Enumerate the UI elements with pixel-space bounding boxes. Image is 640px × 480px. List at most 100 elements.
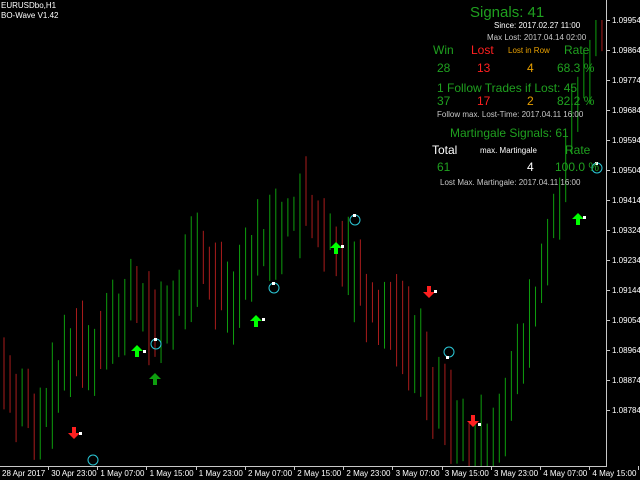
- time-label: 2 May 23:00: [346, 469, 391, 478]
- price-tick: [606, 380, 610, 381]
- lost-in-row-value: 4: [527, 61, 534, 75]
- sell-arrow-icon: [68, 427, 80, 439]
- price-label: 1.09234: [612, 256, 640, 265]
- rate-value: 68.3 %: [557, 61, 595, 75]
- max-lost-date: Max Lost: 2017.04.14 02:00: [487, 33, 587, 42]
- signals-count: Signals: 41: [470, 4, 545, 21]
- chart-window[interactable]: 1.09954 1.09864 1.09774 1.09684 1.09594 1.095…: [0, 0, 640, 480]
- buy-arrow-icon: [131, 345, 143, 357]
- win-smiley-icon: [87, 454, 99, 466]
- time-label: 2 May 07:00: [248, 469, 293, 478]
- lost-header: Lost: [471, 43, 494, 57]
- symbol-label: EURUSDbo,H1: [1, 1, 57, 10]
- price-tick: [606, 260, 610, 261]
- time-label: 30 Apr 23:00: [51, 469, 97, 478]
- price-label: 1.09054: [612, 316, 640, 325]
- lost-max-martingale: Lost Max. Martingale: 2017.04.11 16:00: [440, 178, 581, 187]
- buy-arrow-icon: [330, 242, 342, 254]
- price-tick: [606, 290, 610, 291]
- martingale-rate-value: 100.0 %: [555, 160, 600, 174]
- price-label: 1.09594: [612, 136, 640, 145]
- time-label: 4 May 07:00: [543, 469, 588, 478]
- rate-header: Rate: [564, 43, 590, 57]
- time-label: 28 Apr 2017: [2, 469, 46, 478]
- entry-marker: [154, 338, 157, 341]
- martingale-signals-title: Martingale Signals: 61: [450, 126, 569, 140]
- price-tick: [606, 350, 610, 351]
- martingale-max-header: max. Martingale: [480, 146, 537, 155]
- price-tick: [606, 170, 610, 171]
- time-label: 1 May 07:00: [100, 469, 145, 478]
- time-tick: [589, 466, 591, 470]
- since-date: Since: 2017.02.27 11:00: [494, 21, 581, 30]
- win-smiley-icon: [443, 346, 455, 358]
- price-tick: [606, 230, 610, 231]
- entry-marker: [478, 423, 481, 426]
- time-tick: [97, 466, 99, 470]
- martingale-rate-header: Rate: [565, 143, 591, 157]
- price-label: 1.09954: [612, 16, 640, 25]
- follow-trades-title: 1 Follow Trades if Lost: 45: [437, 81, 578, 95]
- martingale-total-value: 61: [437, 160, 451, 174]
- entry-marker: [272, 282, 275, 285]
- entry-marker: [262, 318, 265, 321]
- entry-marker: [79, 432, 82, 435]
- price-label: 1.08874: [612, 376, 640, 385]
- time-axis-line: [0, 466, 607, 467]
- price-tick: [606, 80, 610, 81]
- lost-value: 13: [477, 61, 491, 75]
- follow-lost-time: Follow max. Lost-Time: 2017.04.11 16:00: [437, 110, 584, 119]
- entry-marker: [583, 216, 586, 219]
- indicator-label: BO-Wave V1.42: [1, 11, 59, 20]
- martingale-max-value: 4: [527, 160, 534, 174]
- sell-arrow-icon: [423, 286, 435, 298]
- entry-marker: [143, 350, 146, 353]
- time-label: 1 May 23:00: [198, 469, 243, 478]
- time-label: 4 May 15:00: [592, 469, 637, 478]
- buy-arrow-icon: [149, 373, 161, 385]
- price-label: 1.09414: [612, 196, 640, 205]
- price-plot[interactable]: [0, 0, 606, 466]
- time-tick: [244, 466, 246, 470]
- price-label: 1.08784: [612, 406, 640, 415]
- entry-marker: [353, 214, 356, 217]
- price-tick: [606, 410, 610, 411]
- time-label: 3 May 23:00: [494, 469, 539, 478]
- price-tick: [606, 320, 610, 321]
- win-value: 28: [437, 61, 451, 75]
- price-label: 1.09774: [612, 76, 640, 85]
- price-tick: [606, 110, 610, 111]
- time-label: 1 May 15:00: [149, 469, 194, 478]
- price-tick: [606, 140, 610, 141]
- entry-marker: [434, 290, 437, 293]
- martingale-total-header: Total: [432, 143, 458, 157]
- time-label: 3 May 15:00: [444, 469, 489, 478]
- time-tick: [343, 466, 345, 470]
- follow-win-value: 37: [437, 94, 451, 108]
- time-tick: [490, 466, 492, 470]
- price-label: 1.09144: [612, 286, 640, 295]
- price-axis-line: [606, 0, 607, 466]
- buy-arrow-icon: [572, 213, 584, 225]
- time-tick: [638, 466, 640, 470]
- follow-lost-value: 17: [477, 94, 491, 108]
- follow-rate-value: 82.2 %: [557, 94, 595, 108]
- win-header: Win: [433, 43, 454, 57]
- price-tick: [606, 200, 610, 201]
- time-tick: [441, 466, 443, 470]
- time-tick: [195, 466, 197, 470]
- lost-in-row-header: Lost in Row: [508, 46, 550, 55]
- time-tick: [146, 466, 148, 470]
- time-tick: [540, 466, 541, 470]
- time-label: 2 May 15:00: [297, 469, 342, 478]
- time-tick: [294, 466, 295, 470]
- entry-marker: [341, 245, 344, 248]
- price-label: 1.09864: [612, 46, 640, 55]
- time-label: 3 May 07:00: [395, 469, 440, 478]
- price-label: 1.08964: [612, 346, 640, 355]
- buy-arrow-icon: [250, 315, 262, 327]
- time-tick: [48, 466, 49, 470]
- price-label: 1.09504: [612, 166, 640, 175]
- follow-row-value: 2: [527, 94, 534, 108]
- price-label: 1.09324: [612, 226, 640, 235]
